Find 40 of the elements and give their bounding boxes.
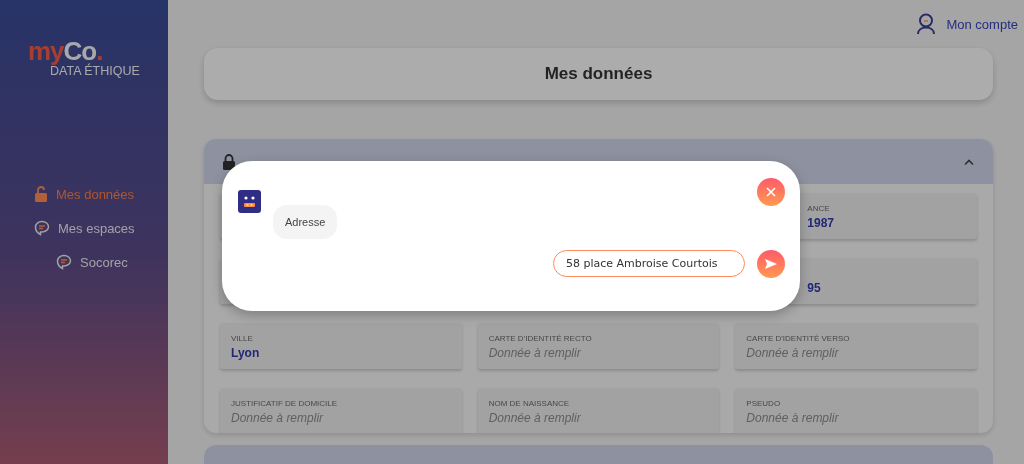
- field-value: Lyon: [231, 346, 261, 361]
- data-field-card[interactable]: CARTE D'IDENTITÉ VERSO Donnée à remplir: [735, 323, 977, 370]
- page-title: Mes données: [544, 64, 653, 85]
- field-label: PSEUDO: [746, 399, 782, 409]
- sidebar-item[interactable]: Mes espaces: [34, 220, 168, 236]
- field-label: VILLE: [231, 334, 254, 344]
- field-value: 1987: [807, 216, 836, 231]
- close-icon: [766, 187, 776, 197]
- field-label: ANCE: [807, 204, 831, 214]
- field-value: Donnée à remplir: [488, 346, 582, 361]
- user-icon[interactable]: [916, 13, 937, 36]
- field-label: CARTE D'IDENTITÉ RECTO: [488, 334, 593, 344]
- data-field-card[interactable]: NOM DE NAISSANCE Donnée à remplir: [477, 388, 720, 433]
- answer-input[interactable]: 58 place Ambroise Courtois: [553, 250, 745, 277]
- field-value: 95: [807, 281, 822, 296]
- chevron-icon[interactable]: [963, 157, 975, 166]
- close-button[interactable]: [757, 178, 785, 206]
- open-padlock-icon: [34, 186, 48, 202]
- robot-icon: [238, 190, 261, 213]
- field-label: NOM DE NAISSANCE: [488, 399, 571, 409]
- data-field-card[interactable]: VILLE Lyon: [220, 323, 462, 370]
- field-value: Donnée à remplir: [746, 411, 840, 426]
- bot-message: Adresse: [273, 205, 338, 239]
- data-field-card[interactable]: CARTE D'IDENTITÉ RECTO Donnée à remplir: [477, 323, 720, 370]
- send-button[interactable]: [757, 250, 785, 278]
- field-label: JUSTIFICATIF DE DOMICILE: [231, 399, 339, 409]
- sidebar-item[interactable]: Socorec: [56, 254, 168, 270]
- field-value: Donnée à remplir: [488, 411, 582, 426]
- field-value: Donnée à remplir: [746, 346, 840, 361]
- padlock-icon: [222, 153, 236, 170]
- speech-bubble-icon: [34, 220, 50, 236]
- field-value: Donnée à remplir: [231, 411, 325, 426]
- field-label: CARTE D'IDENTITÉ VERSO: [746, 334, 851, 344]
- data-field-card[interactable]: PSEUDO Donnée à remplir: [735, 388, 977, 433]
- data-field-card[interactable]: JUSTIFICATIF DE DOMICILE Donnée à remplir: [220, 388, 462, 433]
- sidebar-item[interactable]: Mes données: [34, 186, 168, 202]
- account-link[interactable]: Mon compte: [946, 16, 1018, 32]
- brand-tagline: DATA ÉTHIQUE: [50, 64, 141, 78]
- send-icon: [764, 258, 778, 270]
- speech-bubble-icon: [56, 254, 72, 270]
